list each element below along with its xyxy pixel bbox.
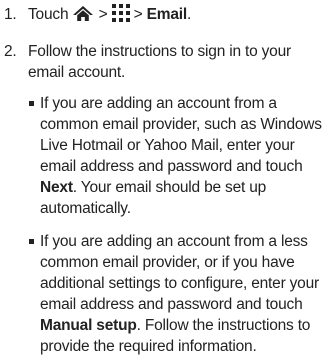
bullet-text: If you are adding an account from a less… [40, 231, 329, 357]
bullet-item: If you are adding an account from a less… [28, 231, 329, 357]
home-icon [72, 5, 94, 28]
step-1-prefix: Touch [28, 6, 69, 23]
step-2-body: Follow the instructions to sign in to yo… [28, 41, 329, 357]
step-2: 2. Follow the instructions to sign in to… [4, 41, 329, 357]
step-1-text: Touch > > Email. [28, 4, 329, 28]
step-number: 1. [4, 6, 17, 23]
step-1: 1. Touch > > Email. [4, 4, 329, 28]
step-number: 2. [4, 43, 17, 60]
bullet-text-before: If you are adding an account from a less… [40, 233, 319, 313]
bullet-square-icon [28, 93, 40, 114]
email-target-label: Email [146, 6, 188, 23]
step-1-separator-1: > [98, 6, 108, 23]
step-2-text: Follow the instructions to sign in to yo… [28, 43, 291, 81]
bullet-item: If you are adding an account from a comm… [28, 93, 329, 219]
bullet-text-before: If you are adding an account from a comm… [40, 95, 322, 175]
manual-setup-label: Manual setup [40, 317, 137, 334]
next-button-label: Next [40, 179, 73, 196]
step-1-end: . [187, 6, 192, 23]
bullet-text: If you are adding an account from a comm… [40, 93, 329, 219]
bullet-square-icon [28, 231, 40, 252]
apps-grid-icon [111, 4, 130, 28]
instructions-document: 1. Touch > > Email. 2. Follow the instru… [0, 0, 335, 355]
step-1-separator-2: > [133, 6, 143, 23]
step-2-bullets: If you are adding an account from a comm… [28, 93, 329, 357]
bullet-text-after: . Your email should be set up automatica… [40, 179, 267, 217]
